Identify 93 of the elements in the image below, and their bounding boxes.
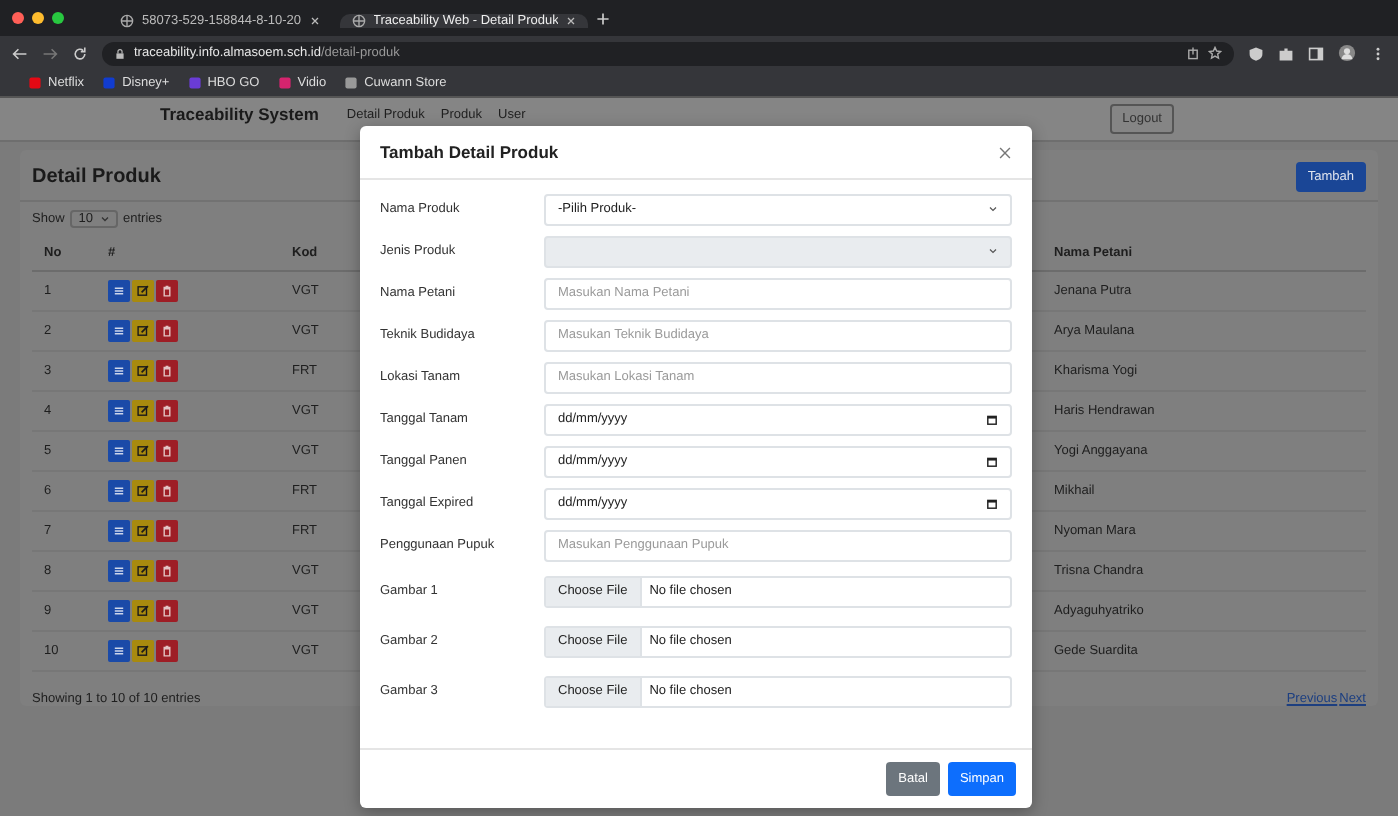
list-icon (112, 404, 126, 418)
trash-icon (160, 324, 174, 338)
calendar-icon (986, 497, 998, 509)
list-icon (112, 604, 126, 618)
close-icon[interactable] (309, 15, 320, 25)
trash-icon (160, 524, 174, 538)
edit-button[interactable] (132, 640, 154, 662)
edit-button[interactable] (132, 520, 154, 542)
trash-icon (160, 284, 174, 298)
edit-icon (136, 404, 150, 418)
globe-icon (351, 13, 366, 27)
share-icon[interactable] (1186, 46, 1200, 60)
bookmark-favicon-icon (344, 76, 359, 90)
list-icon (112, 644, 126, 658)
edit-button[interactable] (132, 360, 154, 382)
forward-icon[interactable] (42, 45, 58, 61)
delete-button[interactable] (156, 600, 178, 622)
profile-avatar-icon[interactable] (1338, 44, 1356, 62)
delete-button[interactable] (156, 280, 178, 302)
edit-button[interactable] (132, 480, 154, 502)
detail-button[interactable] (108, 320, 130, 342)
bookmark-favicon-icon (28, 76, 42, 90)
trash-icon (160, 444, 174, 458)
trash-icon (160, 364, 174, 378)
close-icon[interactable] (998, 145, 1012, 159)
list-icon (112, 364, 126, 378)
modal-title: Tambah Detail Produk (380, 142, 559, 162)
detail-button[interactable] (108, 640, 130, 662)
edit-button[interactable] (132, 600, 154, 622)
edit-icon (136, 284, 150, 298)
list-icon (112, 484, 126, 498)
list-icon (112, 564, 126, 578)
delete-button[interactable] (156, 440, 178, 462)
calendar-icon (986, 455, 998, 467)
chevron-down-icon (99, 214, 109, 224)
list-icon (112, 324, 126, 338)
close-icon[interactable] (566, 15, 577, 25)
edit-icon (136, 564, 150, 578)
detail-button[interactable] (108, 400, 130, 422)
delete-button[interactable] (156, 320, 178, 342)
calendar-icon (986, 413, 998, 425)
edit-icon (136, 524, 150, 538)
delete-button[interactable] (156, 400, 178, 422)
edit-icon (136, 324, 150, 338)
edit-icon (136, 604, 150, 618)
edit-icon (136, 484, 150, 498)
detail-button[interactable] (108, 600, 130, 622)
detail-button[interactable] (108, 360, 130, 382)
list-icon (112, 444, 126, 458)
detail-button[interactable] (108, 480, 130, 502)
new-tab-icon[interactable] (596, 11, 611, 25)
bookmark-favicon-icon (277, 76, 292, 90)
chevron-down-icon (988, 246, 998, 256)
edit-button[interactable] (132, 280, 154, 302)
bookmark-star-icon[interactable] (1208, 46, 1222, 60)
trash-icon (160, 564, 174, 578)
trash-icon (160, 404, 174, 418)
puzzle-icon[interactable] (1278, 45, 1294, 61)
trash-icon (160, 644, 174, 658)
reload-icon[interactable] (72, 45, 88, 61)
trash-icon (160, 604, 174, 618)
card-title: Detail Produk (32, 166, 161, 188)
globe-icon (120, 13, 134, 27)
delete-button[interactable] (156, 640, 178, 662)
lock-icon (114, 47, 126, 59)
chevron-down-icon (988, 204, 998, 214)
brand-title: Traceability System (160, 104, 319, 124)
close-window-button[interactable] (12, 12, 24, 24)
delete-button[interactable] (156, 480, 178, 502)
edit-icon (136, 444, 150, 458)
shield-icon[interactable] (1248, 45, 1264, 61)
detail-button[interactable] (108, 280, 130, 302)
maximize-window-button[interactable] (52, 12, 64, 24)
detail-button[interactable] (108, 520, 130, 542)
edit-icon (136, 364, 150, 378)
delete-button[interactable] (156, 520, 178, 542)
back-icon[interactable] (12, 45, 28, 61)
bookmark-favicon-icon (102, 76, 117, 90)
sidebar-icon[interactable] (1308, 45, 1324, 61)
bookmark-favicon-icon (187, 76, 202, 90)
edit-button[interactable] (132, 440, 154, 462)
list-icon (112, 524, 126, 538)
edit-button[interactable] (132, 400, 154, 422)
edit-button[interactable] (132, 560, 154, 582)
trash-icon (160, 484, 174, 498)
delete-button[interactable] (156, 560, 178, 582)
edit-button[interactable] (132, 320, 154, 342)
minimize-window-button[interactable] (32, 12, 44, 24)
edit-icon (136, 644, 150, 658)
delete-button[interactable] (156, 360, 178, 382)
detail-button[interactable] (108, 440, 130, 462)
detail-button[interactable] (108, 560, 130, 582)
list-icon (112, 284, 126, 298)
